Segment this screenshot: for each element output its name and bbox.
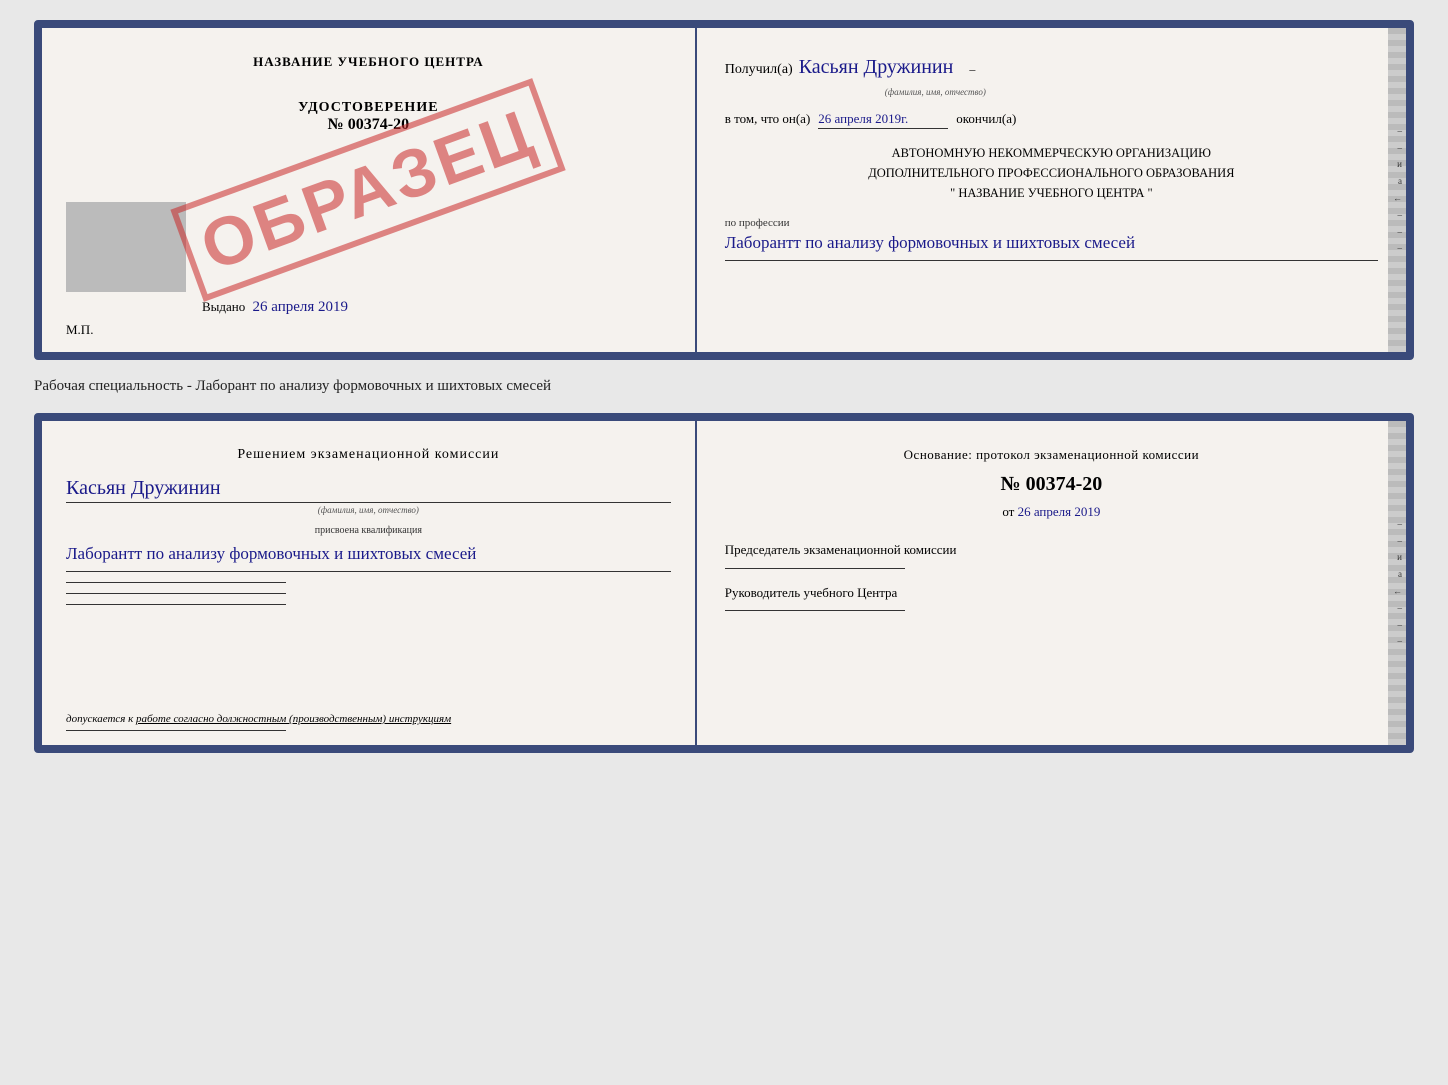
bottom-right-panel: Основание: протокол экзаменационной коми… xyxy=(697,421,1406,745)
qualification-text: Лаборантт по анализу формовочных и шихто… xyxy=(66,540,671,572)
recipient-name: Касьян Дружинин xyxy=(799,56,954,79)
allow-sign-line xyxy=(66,730,286,731)
allow-prefix: допускается к xyxy=(66,713,133,725)
cert-label: УДОСТОВЕРЕНИЕ xyxy=(66,100,671,116)
chairman-sign-line xyxy=(725,568,905,569)
bottom-fio-label: (фамилия, имя, отчество) xyxy=(66,505,671,515)
completed-label: окончил(а) xyxy=(956,111,1016,127)
org-name-block: АВТОНОМНУЮ НЕКОММЕРЧЕСКУЮ ОРГАНИЗАЦИЮ ДО… xyxy=(725,143,1378,203)
issued-label: Выдано xyxy=(202,299,245,314)
sign-line-1 xyxy=(66,582,286,583)
allow-block: допускается к работе согласно должностны… xyxy=(66,713,659,725)
recipient-line: Получил(а) Касьян Дружинин – xyxy=(725,56,1378,79)
profession-text: Лаборантт по анализу формовочных и шихто… xyxy=(725,229,1378,261)
qualif-label: присвоена квалификация xyxy=(66,525,671,536)
cert-school-title: НАЗВАНИЕ УЧЕБНОГО ЦЕНТРА xyxy=(66,54,671,70)
sign-lines-block xyxy=(66,582,671,605)
decision-text: Решением экзаменационной комиссии xyxy=(66,447,671,463)
sign-line-2 xyxy=(66,593,286,594)
bottom-name: Касьян Дружинин xyxy=(66,477,221,499)
org-line1: АВТОНОМНУЮ НЕКОММЕРЧЕСКУЮ ОРГАНИЗАЦИЮ xyxy=(725,143,1378,163)
mp-label: М.П. xyxy=(66,322,93,338)
protocol-date-val: 26 апреля 2019 xyxy=(1018,504,1101,519)
cert-number: № 00374-20 xyxy=(66,116,671,134)
bottom-certificate-card: Решением экзаменационной комиссии Касьян… xyxy=(34,413,1414,753)
bottom-left-panel: Решением экзаменационной комиссии Касьян… xyxy=(42,421,697,745)
photo-placeholder xyxy=(66,202,186,292)
allow-text: работе согласно должностным (производств… xyxy=(136,713,451,725)
bottom-name-line: Касьян Дружинин xyxy=(66,477,671,503)
director-label: Руководитель учебного Центра xyxy=(725,583,1378,603)
top-right-panel: Получил(а) Касьян Дружинин – (фамилия, и… xyxy=(697,28,1406,352)
date-prefix: в том, что он(а) xyxy=(725,111,811,127)
side-marks-top: – – и а ← – – – xyxy=(1388,28,1406,352)
fio-label-top: (фамилия, имя, отчество) xyxy=(885,87,1378,97)
chairman-label: Председатель экзаменационной комиссии xyxy=(725,540,1378,560)
cert-number-block: УДОСТОВЕРЕНИЕ № 00374-20 xyxy=(66,100,671,134)
issued-date: 26 апреля 2019 xyxy=(253,299,349,315)
side-marks-bottom: – – и а ← – – – xyxy=(1388,421,1406,745)
protocol-number: № 00374-20 xyxy=(725,473,1378,496)
profession-block: по профессии Лаборантт по анализу формов… xyxy=(725,217,1378,261)
middle-specialty-label: Рабочая специальность - Лаборант по анал… xyxy=(34,378,1414,395)
osnov-text: Основание: протокол экзаменационной коми… xyxy=(725,447,1378,463)
issued-line: Выдано 26 апреля 2019 xyxy=(202,299,348,316)
received-prefix: Получил(а) xyxy=(725,62,793,78)
completion-date: 26 апреля 2019г. xyxy=(818,111,948,129)
top-certificate-card: НАЗВАНИЕ УЧЕБНОГО ЦЕНТРА УДОСТОВЕРЕНИЕ №… xyxy=(34,20,1414,360)
date-from-prefix: от xyxy=(1002,504,1014,519)
protocol-date: от 26 апреля 2019 xyxy=(725,504,1378,520)
top-left-panel: НАЗВАНИЕ УЧЕБНОГО ЦЕНТРА УДОСТОВЕРЕНИЕ №… xyxy=(42,28,697,352)
profession-label: по профессии xyxy=(725,217,1378,229)
org-line3: " НАЗВАНИЕ УЧЕБНОГО ЦЕНТРА " xyxy=(725,183,1378,203)
director-sign-line xyxy=(725,610,905,611)
sign-line-3 xyxy=(66,604,286,605)
org-line2: ДОПОЛНИТЕЛЬНОГО ПРОФЕССИОНАЛЬНОГО ОБРАЗО… xyxy=(725,163,1378,183)
